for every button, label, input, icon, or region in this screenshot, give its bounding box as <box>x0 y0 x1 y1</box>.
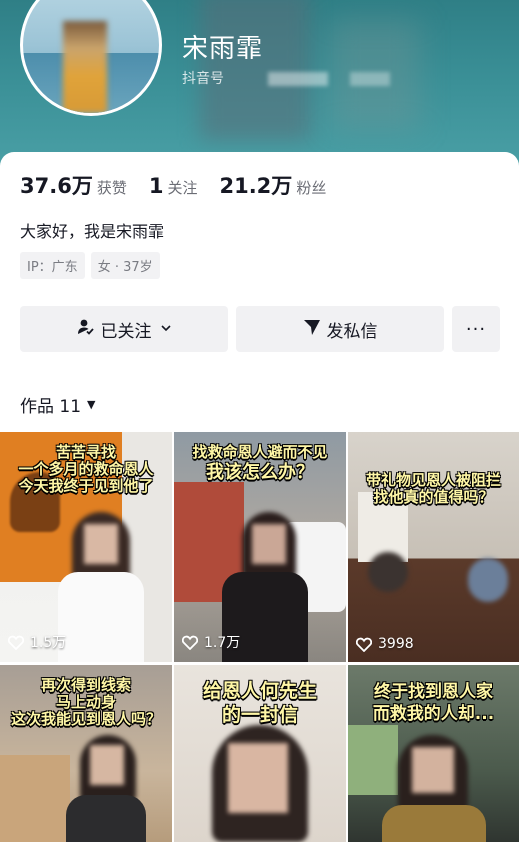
more-options-button[interactable]: ··· <box>452 306 500 352</box>
video-caption-1: 苦苦寻找 一个多月的救命恩人 今天我终于见到他了 <box>18 443 154 495</box>
heart-outline-icon <box>182 635 198 650</box>
video-likes-2: 1.7万 <box>182 632 240 652</box>
send-icon <box>303 318 321 340</box>
patterned-top <box>382 805 486 842</box>
video-likes-1: 1.5万 <box>8 632 66 652</box>
video-caption-6: 终于找到恩人家 而救我的人却... <box>372 682 495 724</box>
chevron-down-icon <box>160 319 172 339</box>
send-message-button[interactable]: 发私信 <box>236 306 444 352</box>
video-caption-5: 给恩人何先生 的一封信 <box>202 680 317 726</box>
user-check-icon <box>77 318 95 340</box>
video-caption-3: 带礼物见恩人被阻拦 找他真的值得吗？ <box>365 471 501 506</box>
ip-location-tag: IP：广东 <box>20 252 85 279</box>
person-left <box>368 552 408 592</box>
likes-count[interactable]: 37.6万 <box>20 170 93 200</box>
video-caption-2: 找救命恩人避而不见 我该怎么办？ <box>192 443 328 484</box>
video-thumbnail-2[interactable]: 找救命恩人避而不见 我该怎么办？ 1.7万 <box>174 432 346 662</box>
followed-button-label: 已关注 <box>100 321 152 342</box>
caret-down-icon: ▼ <box>87 398 96 411</box>
douyin-id-redacted-2 <box>350 72 390 86</box>
person-face-blurred <box>84 524 118 564</box>
douyin-id-label: 抖音号 <box>182 71 224 87</box>
profile-tags: IP：广东 女 · 37岁 <box>20 252 166 279</box>
person-face-blurred <box>412 747 454 793</box>
avatar-person <box>63 21 107 113</box>
video-thumbnail-5[interactable]: 给恩人何先生 的一封信 <box>174 665 346 842</box>
avatar[interactable] <box>20 0 162 116</box>
video-thumbnail-1[interactable]: 苦苦寻找 一个多月的救命恩人 今天我终于见到他了 1.5万 <box>0 432 172 662</box>
profile-nickname: 宋雨霏 <box>182 34 264 64</box>
video-thumbnail-6[interactable]: 终于找到恩人家 而救我的人却... <box>348 665 519 842</box>
video-likes-3: 3998 <box>356 636 414 652</box>
gender-age-tag: 女 · 37岁 <box>90 252 160 279</box>
profile-bio: 大家好，我是宋雨霏 <box>20 222 165 241</box>
works-tab-label: 作品 11 <box>20 397 82 417</box>
white-shirt <box>58 572 144 662</box>
video-grid: 苦苦寻找 一个多月的救命恩人 今天我终于见到他了 1.5万 找救命恩人避而不见 … <box>0 432 519 842</box>
dark-jacket <box>66 795 146 842</box>
following-count[interactable]: 1 <box>149 174 164 198</box>
video-thumbnail-4[interactable]: 再次得到线索 马上动身 这次我能见到恩人吗？ <box>0 665 172 842</box>
person-right <box>468 558 508 602</box>
profile-stats: 37.6万 获赞 1 关注 21.2万 粉丝 <box>20 170 348 200</box>
likes-label[interactable]: 获赞 <box>97 177 127 198</box>
douyin-id-redacted <box>268 72 328 86</box>
window-green <box>348 725 398 795</box>
followers-count[interactable]: 21.2万 <box>219 170 292 200</box>
send-message-label: 发私信 <box>326 321 378 342</box>
heart-outline-icon <box>8 635 24 650</box>
video-caption-4: 再次得到线索 马上动身 这次我能见到恩人吗？ <box>10 676 161 728</box>
person-face-blurred <box>90 745 124 785</box>
person-face-blurred <box>228 743 288 813</box>
boxes <box>0 755 70 842</box>
works-tab[interactable]: 作品 11 ▼ <box>20 392 96 417</box>
followed-button[interactable]: 已关注 <box>20 306 228 352</box>
heart-outline-icon <box>356 637 372 652</box>
video-thumbnail-3[interactable]: 带礼物见恩人被阻拦 找他真的值得吗？ 3998 <box>348 432 519 662</box>
person-face-blurred <box>252 524 286 564</box>
followers-label[interactable]: 粉丝 <box>296 177 326 198</box>
following-label[interactable]: 关注 <box>167 177 197 198</box>
profile-header: 宋雨霏 抖音号 <box>0 0 519 170</box>
